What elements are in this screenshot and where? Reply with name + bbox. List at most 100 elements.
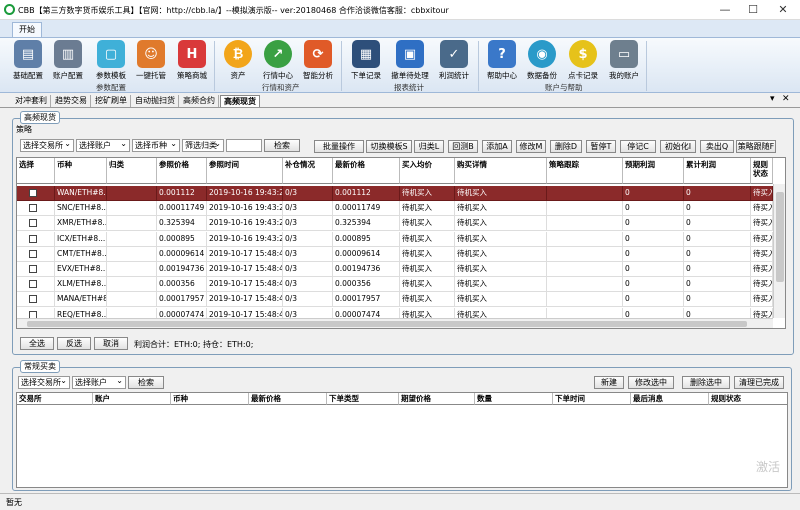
tab-auto-sweep[interactable]: 自动抛扫货 xyxy=(132,95,179,107)
row-select-cell[interactable] xyxy=(17,246,55,262)
tab-mining[interactable]: 挖矿刷单 xyxy=(92,95,131,107)
orders-header-col-9[interactable]: 规则状态 xyxy=(709,393,787,405)
row-select-cell[interactable] xyxy=(17,277,55,293)
hf-header-col-buy-avg[interactable]: 买入均价 xyxy=(400,158,455,184)
row-checkbox[interactable] xyxy=(29,234,37,243)
table-cell-fill: 0/3 xyxy=(283,201,333,217)
assets-button[interactable]: ₿ 资产 xyxy=(218,40,258,81)
row-select-cell[interactable] xyxy=(17,292,55,308)
hf-header-col-last-price[interactable]: 最新价格 xyxy=(333,158,400,184)
new-order-button[interactable]: 新建 xyxy=(594,376,624,389)
cancel-selection-button[interactable]: 取消 xyxy=(94,337,128,350)
orders-header-col-0[interactable]: 交易所 xyxy=(17,393,93,405)
hf-header-col-expected-profit[interactable]: 预期利润 xyxy=(623,158,684,184)
modify-button[interactable]: 修改M xyxy=(516,140,546,153)
scrollbar-thumb[interactable] xyxy=(776,192,784,282)
tab-hf-contract[interactable]: 高频合约 xyxy=(180,95,219,107)
market-center-button[interactable]: ↗ 行情中心 xyxy=(258,40,298,81)
row-select-cell[interactable] xyxy=(17,231,55,247)
hf-header-col-ref-price[interactable]: 参照价格 xyxy=(157,158,207,184)
delete-button[interactable]: 删除D xyxy=(550,140,582,153)
orders-header-col-1[interactable]: 账户 xyxy=(93,393,171,405)
initialize-button[interactable]: 初始化I xyxy=(660,140,696,153)
clear-completed-button[interactable]: 清理已完成 xyxy=(734,376,784,389)
exchange-select[interactable]: 选择交易所 xyxy=(20,139,74,152)
help-center-button[interactable]: ? 帮助中心 xyxy=(482,40,522,81)
row-checkbox[interactable] xyxy=(29,219,37,228)
tab-hf-spot[interactable]: 高频现货 xyxy=(220,95,260,107)
orders-header-col-5[interactable]: 期望价格 xyxy=(399,393,475,405)
order-records-button[interactable]: ▦ 下单记录 xyxy=(346,40,386,81)
add-button[interactable]: 添加A xyxy=(482,140,512,153)
backtest-button[interactable]: 回测B xyxy=(448,140,478,153)
hf-search-button[interactable]: 检索 xyxy=(264,139,300,152)
row-checkbox[interactable] xyxy=(29,249,37,258)
row-checkbox[interactable] xyxy=(29,265,37,273)
row-select-cell[interactable] xyxy=(17,262,55,277)
stop-button[interactable]: 停记C xyxy=(620,140,656,153)
basic-config-button[interactable]: ▤ 基础配置 xyxy=(8,40,48,81)
normal-search-button[interactable]: 检索 xyxy=(128,376,164,389)
row-checkbox[interactable] xyxy=(29,295,37,304)
normal-exchange-select[interactable]: 选择交易所 xyxy=(18,376,70,389)
my-account-button[interactable]: ▭ 我的账户 xyxy=(604,40,644,81)
sell-button[interactable]: 卖出Q xyxy=(700,140,734,153)
vertical-scrollbar[interactable] xyxy=(773,184,785,318)
row-select-cell[interactable] xyxy=(17,201,55,217)
tab-trend-trading[interactable]: 趋势交易 xyxy=(52,95,91,107)
modify-selected-button[interactable]: 修改选中 xyxy=(628,376,674,389)
batch-operation-button[interactable]: 批量操作 xyxy=(314,140,364,153)
minimize-button[interactable]: — xyxy=(710,0,740,20)
row-select-cell[interactable] xyxy=(17,216,55,232)
smart-analysis-button[interactable]: ⟳ 智能分析 xyxy=(298,40,338,81)
orders-header-col-6[interactable]: 数量 xyxy=(475,393,553,405)
horizontal-scrollbar[interactable] xyxy=(17,318,773,328)
select-all-button[interactable]: 全选 xyxy=(20,337,54,350)
param-template-button[interactable]: ▢ 参数模板 xyxy=(91,40,131,81)
profit-stats-button[interactable]: ✓ 利润统计 xyxy=(434,40,474,81)
orders-header-col-8[interactable]: 最后消息 xyxy=(631,393,709,405)
hf-header-col-rule-status[interactable]: 规则状态 xyxy=(751,158,773,184)
data-backup-button[interactable]: ◉ 数据备份 xyxy=(522,40,562,81)
strategy-follow-button[interactable]: 策略跟随F xyxy=(736,140,776,153)
account-config-button[interactable]: ▥ 账户配置 xyxy=(48,40,88,81)
scrollbar-thumb[interactable] xyxy=(27,321,747,327)
hf-header-col-ref-time[interactable]: 参照时间 xyxy=(207,158,283,184)
switch-template-button[interactable]: 切换模板S xyxy=(366,140,412,153)
row-checkbox[interactable] xyxy=(29,280,37,289)
tab-close-icon[interactable]: ✕ xyxy=(782,94,790,104)
strategy-store-button[interactable]: H 策略商城 xyxy=(172,40,212,81)
ribbon-tab-start[interactable]: 开始 xyxy=(12,22,42,38)
account-select[interactable]: 选择账户 xyxy=(76,139,130,152)
hf-header-col-select[interactable]: 选择 xyxy=(17,158,55,184)
document-icon: ▦ xyxy=(352,40,380,68)
row-select-cell[interactable] xyxy=(17,186,55,201)
hf-header-col-total-profit[interactable]: 累计利润 xyxy=(684,158,751,184)
hf-header-col-category[interactable]: 归类 xyxy=(107,158,157,184)
orders-header-col-2[interactable]: 币种 xyxy=(171,393,249,405)
orders-header-col-3[interactable]: 最新价格 xyxy=(249,393,327,405)
coin-select[interactable]: 选择币种 xyxy=(132,139,180,152)
pause-button[interactable]: 暂停T xyxy=(586,140,616,153)
hf-header-col-fill[interactable]: 补仓情况 xyxy=(283,158,333,184)
close-button[interactable]: ✕ xyxy=(768,0,798,20)
row-checkbox[interactable] xyxy=(29,204,37,213)
hf-header-col-tracking[interactable]: 策略跟踪 xyxy=(547,158,623,184)
normal-account-select[interactable]: 选择账户 xyxy=(72,376,126,389)
classify-button[interactable]: 归类L xyxy=(414,140,444,153)
orders-header-col-4[interactable]: 下单类型 xyxy=(327,393,399,405)
cancel-pending-button[interactable]: ▣ 撤单待处理 xyxy=(390,40,430,81)
category-select[interactable]: 筛选归类 xyxy=(182,139,224,152)
orders-header-col-7[interactable]: 下单时间 xyxy=(553,393,631,405)
maximize-button[interactable]: ☐ xyxy=(738,0,768,20)
point-card-button[interactable]: $ 点卡记录 xyxy=(563,40,603,81)
pin-icon[interactable]: ▾ xyxy=(770,94,775,104)
hf-header-col-coin[interactable]: 币种 xyxy=(55,158,107,184)
row-checkbox[interactable] xyxy=(29,189,37,197)
one-click-host-button[interactable]: ☺ 一键托管 xyxy=(131,40,171,81)
tab-hedge-arbitrage[interactable]: 对冲套利 xyxy=(12,95,51,107)
hf-header-col-detail[interactable]: 购买详情 xyxy=(455,158,547,184)
invert-selection-button[interactable]: 反选 xyxy=(57,337,91,350)
filter-input[interactable] xyxy=(226,139,262,152)
delete-selected-button[interactable]: 删除选中 xyxy=(682,376,730,389)
